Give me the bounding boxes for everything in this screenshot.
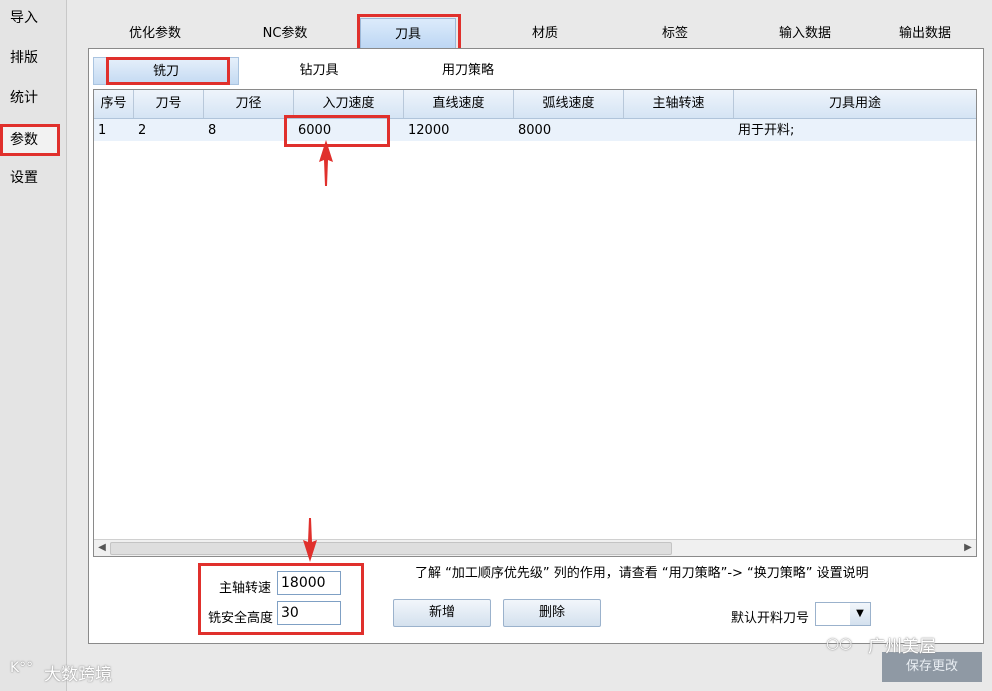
default-tool-label: 默认开料刀号 xyxy=(730,611,809,626)
sidebar-item-layout[interactable]: 排版 xyxy=(0,42,60,74)
col-arc-speed[interactable]: 弧线速度 xyxy=(514,90,624,118)
wechat-icon: ○○ xyxy=(826,634,853,652)
cell-arc-speed[interactable]: 8000 xyxy=(514,120,624,142)
tab-tools[interactable]: 刀具 xyxy=(357,14,461,54)
horizontal-scrollbar[interactable]: ◀ ▶ xyxy=(94,539,976,556)
col-spindle-speed[interactable]: 主轴转速 xyxy=(624,90,734,118)
sidebar-item-parameters[interactable]: 参数 xyxy=(0,124,60,156)
watermark-right: 广州美屋 xyxy=(868,637,936,657)
cell-tool-purpose[interactable]: 用于开料; xyxy=(734,120,976,142)
scroll-left-icon[interactable]: ◀ xyxy=(94,540,110,556)
watermark-logo-icon: K°° xyxy=(10,660,34,676)
subtab-tool-strategy[interactable]: 用刀策略 xyxy=(413,57,523,85)
tab-material[interactable]: 材质 xyxy=(500,18,590,50)
sidebar-item-statistics[interactable]: 统计 xyxy=(0,82,60,114)
sub-tab-bar: 铣刀 钻刀具 用刀策略 xyxy=(93,55,977,85)
subtab-milling-cutter[interactable]: 铣刀 xyxy=(93,57,239,85)
tools-table[interactable]: 序号 刀号 刀径 入刀速度 直线速度 弧线速度 主轴转速 刀具用途 1 2 8 … xyxy=(93,89,977,557)
scroll-right-icon[interactable]: ▶ xyxy=(960,540,976,556)
col-diameter[interactable]: 刀径 xyxy=(204,90,294,118)
scroll-thumb[interactable] xyxy=(110,542,672,555)
watermark-left: 大数跨境 xyxy=(44,665,112,685)
cell-line-speed[interactable]: 12000 xyxy=(404,120,514,142)
col-entry-speed[interactable]: 入刀速度 xyxy=(294,90,404,118)
tab-label[interactable]: 标签 xyxy=(630,18,720,50)
left-sidebar: 导入 排版 统计 参数 设置 xyxy=(0,0,67,691)
default-tool-select[interactable]: ▼ xyxy=(815,602,871,626)
tools-panel: 铣刀 钻刀具 用刀策略 序号 刀号 刀径 入刀速度 直线速度 弧线速度 主轴转速… xyxy=(88,48,984,644)
tab-optimize-params[interactable]: 优化参数 xyxy=(110,18,200,50)
col-index[interactable]: 序号 xyxy=(94,90,134,118)
delete-button[interactable]: 删除 xyxy=(503,599,601,627)
arrow-up-icon xyxy=(319,140,333,186)
entry-speed-highlight xyxy=(284,115,390,147)
col-line-speed[interactable]: 直线速度 xyxy=(404,90,514,118)
cell-index[interactable]: 1 xyxy=(94,120,134,142)
tab-input-data[interactable]: 输入数据 xyxy=(760,18,850,50)
tab-nc-params[interactable]: NC参数 xyxy=(240,18,330,50)
chevron-down-icon[interactable]: ▼ xyxy=(850,603,870,625)
table-header: 序号 刀号 刀径 入刀速度 直线速度 弧线速度 主轴转速 刀具用途 xyxy=(94,90,976,119)
cell-diameter[interactable]: 8 xyxy=(204,120,294,142)
col-tool-no[interactable]: 刀号 xyxy=(134,90,204,118)
col-tool-purpose[interactable]: 刀具用途 xyxy=(734,90,976,118)
tab-output-data[interactable]: 输出数据 xyxy=(880,18,970,50)
cell-spindle-speed[interactable] xyxy=(624,120,734,142)
form-highlight xyxy=(198,563,364,635)
sidebar-item-import[interactable]: 导入 xyxy=(0,2,60,34)
strategy-note: 了解 “加工顺序优先级” 列的作用，请查看 “用刀策略”-> “换刀策略” 设置… xyxy=(415,566,869,581)
arrow-down-icon xyxy=(303,518,317,562)
sidebar-item-settings[interactable]: 设置 xyxy=(0,162,60,194)
subtab-drill-tools[interactable]: 钻刀具 xyxy=(269,57,369,85)
cell-tool-no[interactable]: 2 xyxy=(134,120,204,142)
add-button[interactable]: 新增 xyxy=(393,599,491,627)
